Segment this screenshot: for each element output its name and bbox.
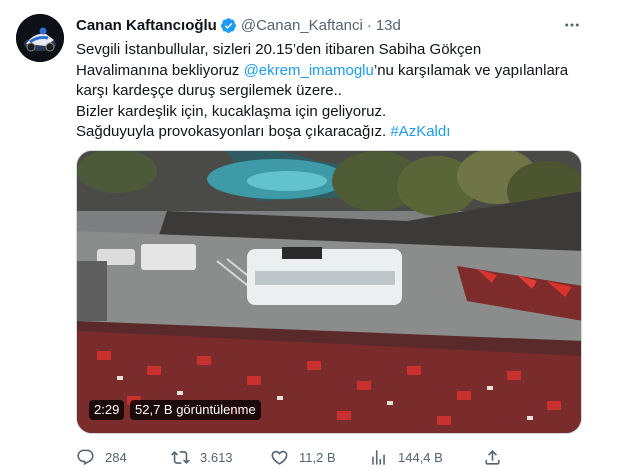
retweet-icon bbox=[171, 450, 190, 464]
share-button[interactable] bbox=[483, 446, 502, 468]
mention-link[interactable]: @ekrem_imamoglu bbox=[244, 62, 374, 79]
reply-button[interactable]: 284 bbox=[76, 446, 127, 468]
views-button[interactable]: 144,4 B bbox=[369, 446, 443, 468]
video-thumbnail bbox=[77, 151, 581, 433]
like-button[interactable]: 11,2 B bbox=[270, 446, 336, 468]
retweet-count: 3.613 bbox=[200, 449, 233, 465]
video-views-badge: 52,7 B görüntülenme bbox=[130, 400, 261, 420]
tweet-text-line: Bizler kardeşlik için, kucaklaşma için g… bbox=[76, 102, 387, 120]
video-duration-badge: 2:29 bbox=[89, 400, 125, 420]
hashtag-link[interactable]: #AzKaldı bbox=[390, 123, 450, 140]
tweet-timestamp[interactable]: 13d bbox=[376, 17, 401, 34]
tweet-card[interactable]: Canan Kaftancıoğlu @Canan_Kaftanci · 13d… bbox=[0, 0, 617, 470]
views-count: 144,4 B bbox=[398, 449, 443, 465]
tweet-text-segment: Sağduyuyla provokasyonları boşa çıkaraca… bbox=[76, 123, 391, 140]
verified-badge-icon bbox=[220, 17, 237, 34]
more-options-icon[interactable] bbox=[560, 14, 584, 36]
tweet-text-line: Sevgili İstanbullular, sizleri 20.15’den… bbox=[76, 41, 482, 58]
like-count: 11,2 B bbox=[299, 449, 336, 465]
video-player[interactable]: 2:29 52,7 B görüntülenme bbox=[76, 150, 582, 434]
tweet-text: Sevgili İstanbullular, sizleri 20.15’den… bbox=[76, 40, 596, 143]
tweet-text-segment: ’nu karşılamak ve yapılanlara bbox=[373, 61, 569, 79]
tweet-text-line: Havalimanına bekliyoruz @ekrem_imamoglu’… bbox=[76, 61, 596, 82]
retweet-button[interactable]: 3.613 bbox=[171, 446, 233, 468]
heart-icon bbox=[271, 450, 288, 465]
share-icon bbox=[485, 449, 500, 465]
author-handle[interactable]: @Canan_Kaftanci bbox=[241, 17, 363, 34]
reply-count: 284 bbox=[105, 449, 127, 465]
tweet-text-line: Sağduyuyla provokasyonları boşa çıkaraca… bbox=[76, 122, 596, 143]
author-name[interactable]: Canan Kaftancıoğlu bbox=[76, 17, 217, 34]
avatar[interactable] bbox=[16, 14, 64, 62]
views-bar-chart-icon bbox=[372, 449, 385, 465]
tweet-actions-bar: 284 3.613 11,2 B 144,4 B bbox=[76, 446, 582, 468]
tweet-text-line: karşı kardeşçe duruş sergilemek üzere.. bbox=[76, 82, 342, 99]
tweet-text-segment: Havalimanına bekliyoruz bbox=[76, 61, 244, 79]
reply-icon bbox=[77, 449, 94, 465]
separator-dot: · bbox=[366, 16, 372, 34]
tweet-header: Canan Kaftancıoğlu @Canan_Kaftanci · 13d bbox=[76, 14, 401, 36]
